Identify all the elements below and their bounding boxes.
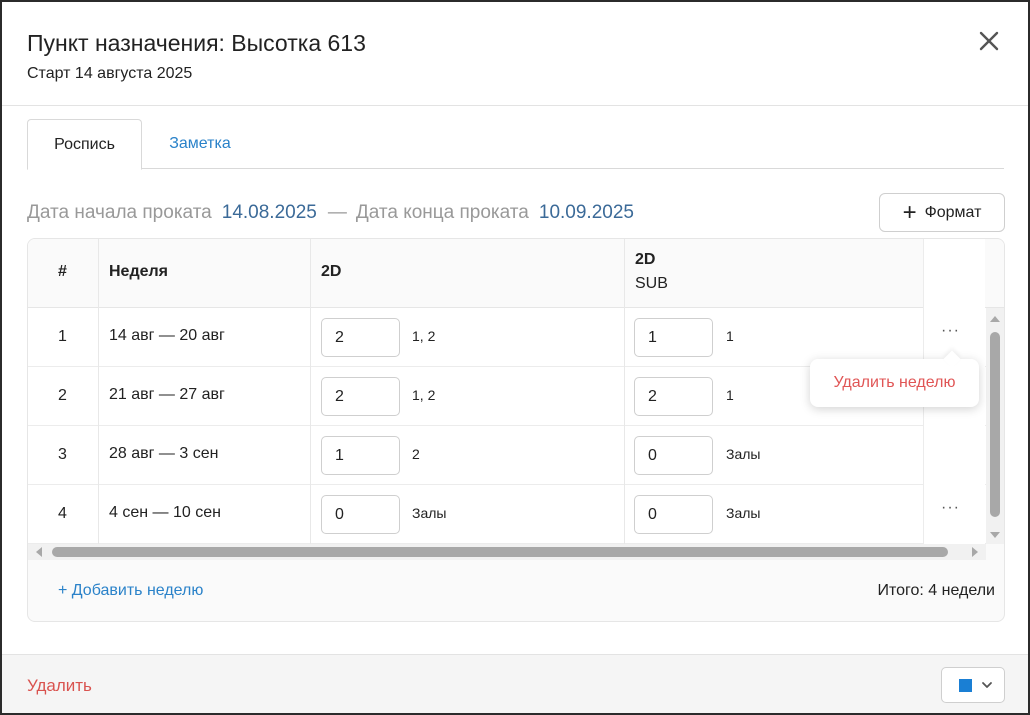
qty-input-2d-sub[interactable]: 0 xyxy=(634,495,713,534)
qty-input-2d-sub[interactable]: 2 xyxy=(634,377,713,416)
row-number: 2 xyxy=(58,387,67,404)
color-select[interactable] xyxy=(941,667,1005,703)
scroll-right-icon[interactable] xyxy=(972,547,978,557)
halls-2d[interactable]: 2 xyxy=(412,446,420,462)
add-format-label: Формат xyxy=(924,203,982,221)
vertical-scrollbar[interactable] xyxy=(986,308,1004,544)
vertical-scroll-thumb[interactable] xyxy=(990,332,1000,517)
column-divider xyxy=(98,239,99,544)
row-week: 21 авг — 27 авг xyxy=(109,386,225,403)
qty-input-2d-sub[interactable]: 0 xyxy=(634,436,713,475)
weeks-total: Итого: 4 недели xyxy=(877,582,995,599)
scroll-up-icon[interactable] xyxy=(990,316,1000,322)
halls-2d-sub[interactable]: Залы xyxy=(726,446,760,462)
dialog-footer: Удалить xyxy=(2,654,1028,713)
row-week: 4 сен — 10 сен xyxy=(109,504,221,521)
halls-2d-sub[interactable]: 1 xyxy=(726,328,734,344)
end-date-label: Дата конца проката xyxy=(355,202,529,223)
row-number: 1 xyxy=(58,328,67,345)
qty-input-2d[interactable]: 1 xyxy=(321,436,400,475)
start-subtitle: Старт 14 августа 2025 xyxy=(27,65,193,82)
horizontal-scroll-thumb[interactable] xyxy=(52,547,948,557)
row-number: 4 xyxy=(58,505,67,522)
scroll-left-icon[interactable] xyxy=(36,547,42,557)
end-date-value: 10.09.2025 xyxy=(538,202,634,223)
page-title: Пункт назначения: Высотка 613 xyxy=(27,30,366,56)
color-swatch xyxy=(959,679,972,692)
start-date-value: 14.08.2025 xyxy=(221,202,317,223)
halls-2d-sub[interactable]: Залы xyxy=(726,505,760,521)
qty-input-2d[interactable]: 2 xyxy=(321,318,400,357)
horizontal-scrollbar[interactable] xyxy=(28,544,986,560)
row-4-more-button[interactable]: ··· xyxy=(941,499,960,517)
table-row: 3 28 авг — 3 сен 1 2 0 Залы xyxy=(28,426,1004,485)
halls-2d-sub[interactable]: 1 xyxy=(726,387,734,403)
table-row: 4 4 сен — 10 сен 0 Залы 0 Залы xyxy=(28,485,1004,544)
dates-separator: — xyxy=(327,202,347,223)
chevron-down-icon xyxy=(982,682,992,688)
delete-week-popover[interactable]: Удалить неделю xyxy=(810,359,979,407)
halls-2d[interactable]: Залы xyxy=(412,505,446,521)
column-divider xyxy=(624,239,625,544)
tab-bar: Роспись Заметка xyxy=(27,119,1004,170)
plus-icon: + xyxy=(902,198,917,226)
add-format-button[interactable]: + Формат xyxy=(879,193,1005,232)
schedule-table: # Неделя 2D 2D SUB 1 14 авг — 20 авг 2 1… xyxy=(27,238,1005,622)
destination-dialog: Пункт назначения: Высотка 613 Старт 14 а… xyxy=(0,0,1030,715)
start-date-label: Дата начала проката xyxy=(27,202,212,223)
add-week-link[interactable]: + Добавить неделю xyxy=(58,582,203,600)
close-icon[interactable] xyxy=(978,30,1000,52)
dialog-header: Пункт назначения: Высотка 613 Старт 14 а… xyxy=(2,2,1028,106)
qty-input-2d[interactable]: 0 xyxy=(321,495,400,534)
halls-2d[interactable]: 1, 2 xyxy=(412,328,435,344)
row-week: 28 авг — 3 сен xyxy=(109,445,219,462)
tab-schedule[interactable]: Роспись xyxy=(27,119,142,170)
tab-note[interactable]: Заметка xyxy=(167,119,233,169)
column-divider xyxy=(310,239,311,544)
halls-2d[interactable]: 1, 2 xyxy=(412,387,435,403)
rental-dates: Дата начала проката 14.08.2025 — Дата конца… xyxy=(27,202,634,224)
qty-input-2d-sub[interactable]: 1 xyxy=(634,318,713,357)
qty-input-2d[interactable]: 2 xyxy=(321,377,400,416)
row-number: 3 xyxy=(58,446,67,463)
delete-button[interactable]: Удалить xyxy=(27,676,92,696)
row-week: 14 авг — 20 авг xyxy=(109,327,225,344)
scroll-down-icon[interactable] xyxy=(990,532,1000,538)
table-header: # Неделя 2D 2D SUB xyxy=(28,239,1004,308)
row-1-more-button[interactable]: ··· xyxy=(941,322,960,340)
